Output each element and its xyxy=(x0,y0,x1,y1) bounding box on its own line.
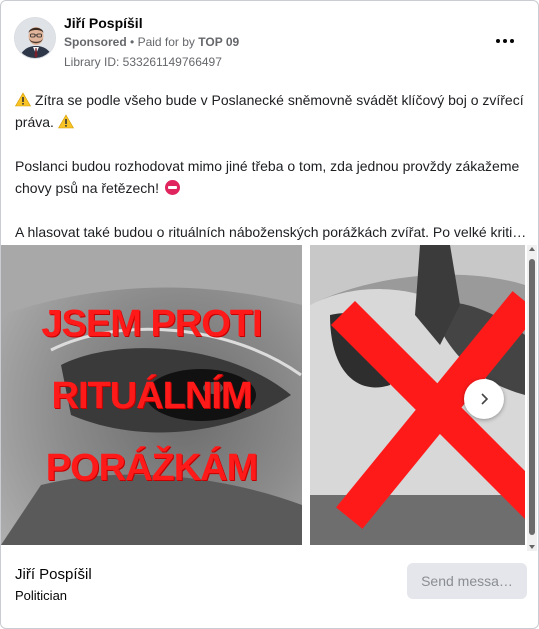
scroll-up-arrow-icon[interactable] xyxy=(528,245,536,253)
footer-page-name[interactable]: Jiří Pospíšil xyxy=(15,566,92,583)
scrollbar-thumb[interactable] xyxy=(529,259,535,535)
carousel-next-button[interactable] xyxy=(464,379,504,419)
footer-page-category: Politician xyxy=(15,588,68,603)
sponsored-label: Sponsored xyxy=(64,35,127,49)
ad-card: Jiří Pospíšil Sponsored • Paid for by TO… xyxy=(0,0,539,629)
image-carousel[interactable]: JSEM PROTI RITUÁLNÍM PORÁŽKÁM xyxy=(1,245,525,547)
post-text: Zítra se podle všeho bude v Poslanecké s… xyxy=(15,89,527,243)
scrollbar[interactable] xyxy=(527,245,537,551)
slide-caption-line-1: JSEM PROTI xyxy=(41,303,262,345)
more-options-button[interactable] xyxy=(492,31,518,51)
post-paragraph-1-text: Zítra se podle všeho bude v Poslanecké s… xyxy=(15,92,524,130)
post-paragraph-2: Poslanci budou rozhodovat mimo jiné třeb… xyxy=(15,155,527,199)
post-paragraph-1: Zítra se podle všeho bude v Poslanecké s… xyxy=(15,89,527,133)
author-name[interactable]: Jiří Pospíšil xyxy=(64,15,143,31)
no-entry-icon xyxy=(164,180,180,195)
more-dot xyxy=(503,39,507,43)
library-id: Library ID: 533261149766497 xyxy=(64,55,222,69)
sponsored-line: Sponsored • Paid for by TOP 09 xyxy=(64,35,239,49)
post-paragraph-3[interactable]: A hlasovat také budou o rituálních nábož… xyxy=(15,221,527,243)
paid-for-label: Paid for by xyxy=(137,35,195,49)
chevron-right-icon xyxy=(481,393,489,405)
slide-caption-line-3: PORÁŽKÁM xyxy=(45,447,259,489)
scroll-down-arrow-icon[interactable] xyxy=(528,543,536,551)
avatar-photo xyxy=(15,18,55,58)
more-dot xyxy=(510,39,514,43)
slide-caption-line-2: RITUÁLNÍM xyxy=(51,375,253,417)
more-dots-icon xyxy=(496,39,500,43)
avatar[interactable] xyxy=(14,17,56,59)
warning-icon xyxy=(15,92,31,107)
post-paragraph-2-text: Poslanci budou rozhodovat mimo jiné třeb… xyxy=(15,158,520,196)
send-message-button[interactable]: Send messa… xyxy=(407,563,527,599)
paid-for-by: TOP 09 xyxy=(198,35,240,49)
warning-icon xyxy=(57,114,74,129)
meta-separator: • xyxy=(130,35,135,49)
